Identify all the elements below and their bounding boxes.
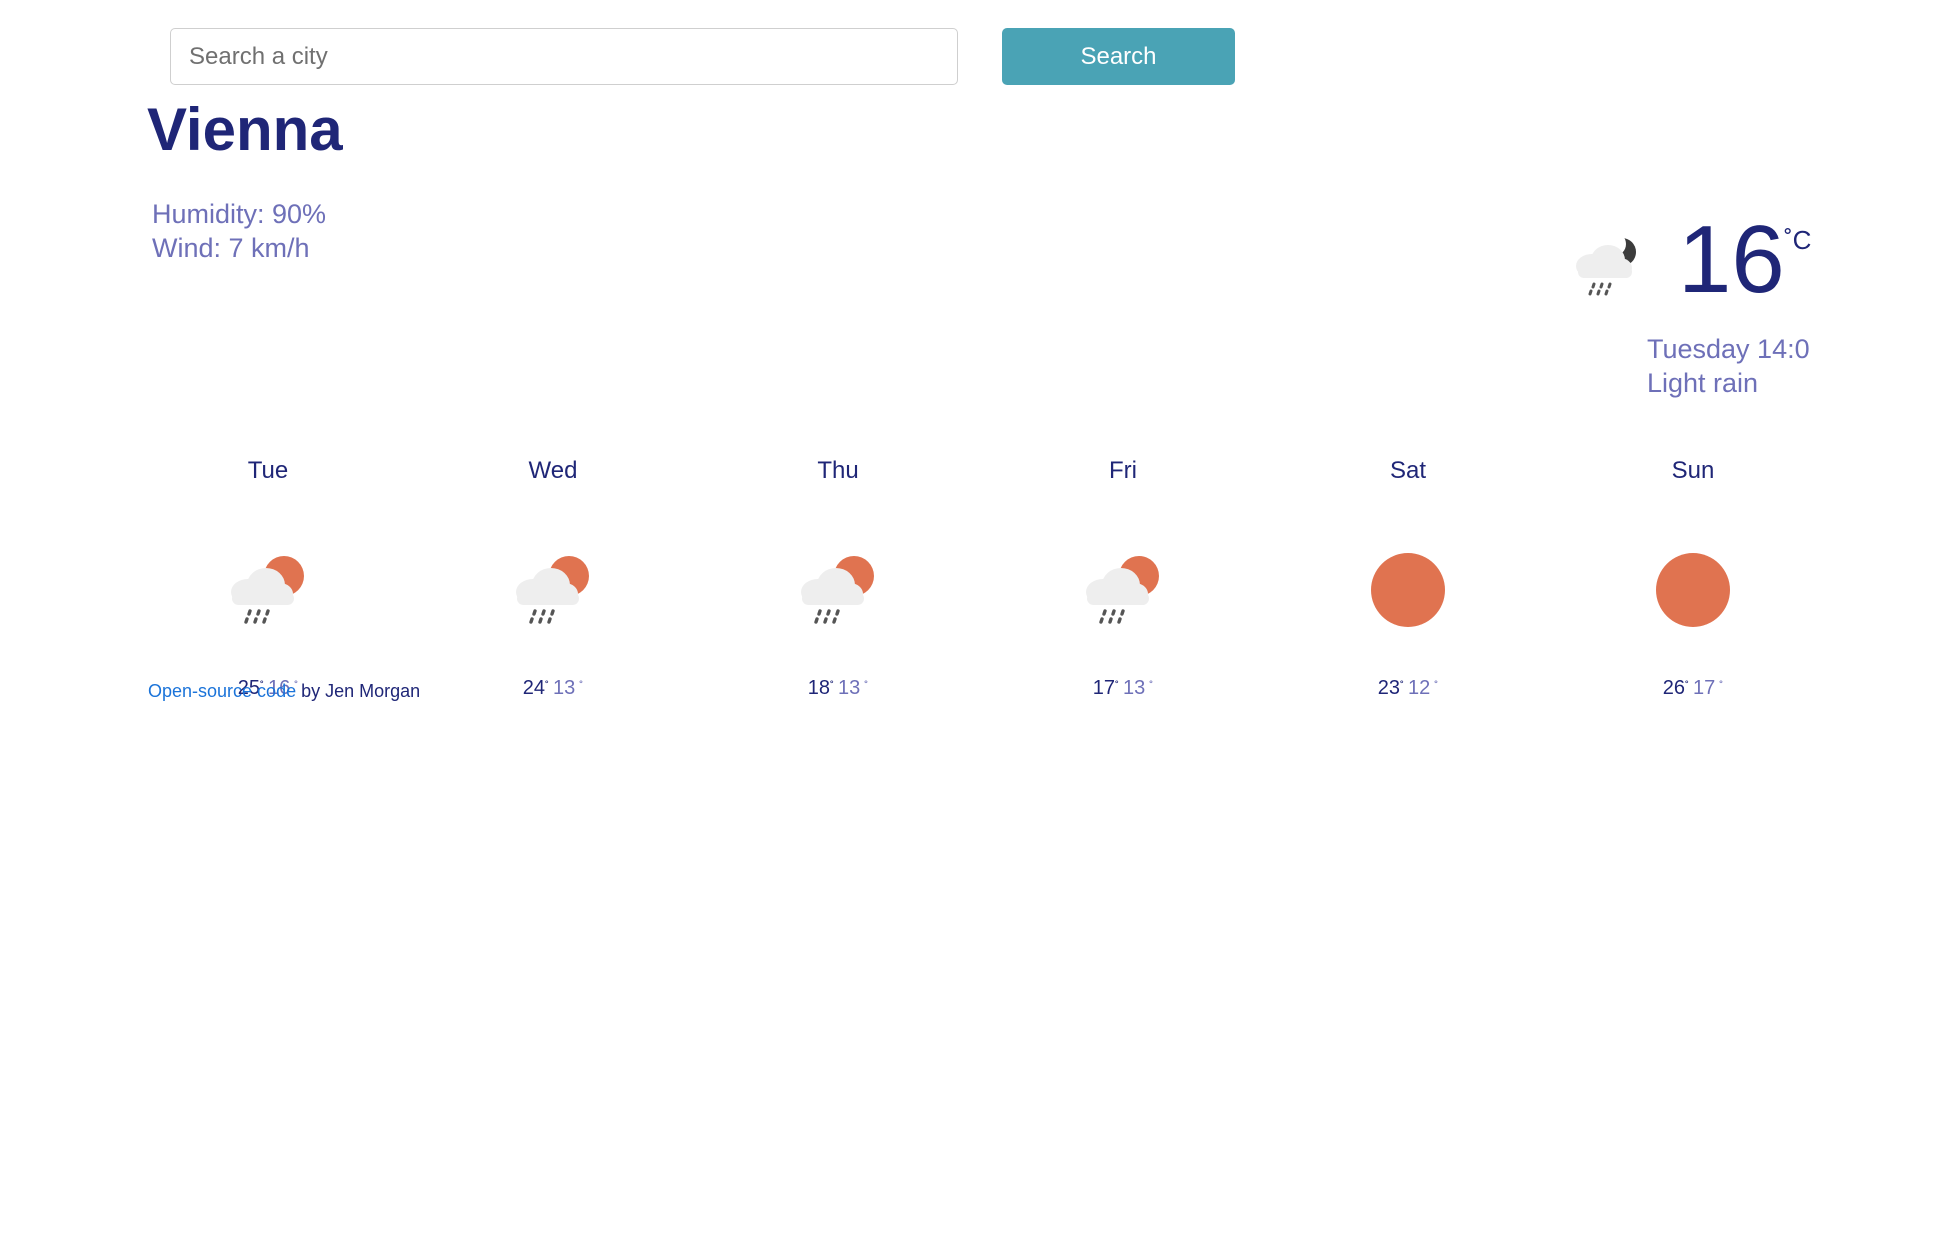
degree-symbol: ˚: [1400, 679, 1404, 693]
min-temp: 17: [1693, 677, 1716, 699]
city-name: Vienna: [147, 96, 343, 163]
humidity-text: Humidity: 90%: [152, 199, 327, 229]
max-temp: 18: [807, 677, 830, 699]
forecast-day: Sat 23˚ 12 ˚: [1318, 456, 1498, 700]
footer: Open-source code by Jen Morgan: [148, 681, 420, 702]
temperature-unit[interactable]: ˚C: [1784, 225, 1811, 256]
forecast-day: Thu 18˚ 13 ˚: [748, 456, 928, 700]
min-temp: 13: [553, 677, 576, 699]
day-temperatures: 26˚ 17 ˚: [1603, 676, 1783, 700]
city-search-input[interactable]: [170, 28, 958, 85]
day-temperatures: 17˚ 13 ˚: [1033, 676, 1213, 700]
current-details: Humidity: 90% Wind: 7 km/h: [152, 197, 326, 265]
max-temp: 24: [522, 677, 545, 699]
rain-sun-icon: [801, 556, 874, 624]
day-name: Wed: [528, 457, 578, 484]
degree-symbol: ˚: [1434, 679, 1439, 693]
day-name: Sat: [1389, 457, 1427, 484]
weather-app: Search Vienna Humidity: 90% Wind: 7 km/h…: [0, 0, 1960, 1242]
min-temp: 13: [838, 677, 861, 699]
day-name: Fri: [1109, 457, 1137, 484]
current-description: Light rain: [1647, 368, 1759, 398]
min-temp: 12: [1408, 677, 1431, 699]
min-temp: 13: [1123, 677, 1146, 699]
max-temp: 26: [1662, 677, 1685, 699]
max-temp: 23: [1377, 677, 1400, 699]
day-name: Tue: [247, 457, 289, 484]
current-datetime: Tuesday 14:0: [1647, 334, 1810, 364]
degree-symbol: ˚: [1115, 679, 1119, 693]
degree-symbol: ˚: [864, 679, 869, 693]
forecast-day: Sun 26˚ 17 ˚: [1603, 456, 1783, 700]
day-temperatures: 18˚ 13 ˚: [748, 676, 928, 700]
rain-sun-icon: [1086, 556, 1159, 624]
wind-text: Wind: 7 km/h: [152, 233, 310, 263]
rain-night-icon: [1576, 232, 1636, 296]
day-temperatures: 23˚ 12 ˚: [1318, 676, 1498, 700]
degree-symbol: ˚: [1685, 679, 1689, 693]
sun-icon: [1371, 553, 1445, 627]
current-meta: Tuesday 14:0 Light rain: [1647, 332, 1810, 400]
degree-symbol: ˚: [579, 679, 584, 693]
day-name: Sun: [1671, 457, 1715, 484]
search-button[interactable]: Search: [1002, 28, 1235, 85]
rain-sun-icon: [516, 556, 589, 624]
max-temp: 17: [1092, 677, 1115, 699]
sun-icon: [1656, 553, 1730, 627]
forecast-day: Fri 17˚ 13 ˚: [1033, 456, 1213, 700]
current-temperature: 16: [1678, 206, 1785, 313]
degree-symbol: ˚: [545, 679, 549, 693]
day-temperatures: 24˚ 13 ˚: [463, 676, 643, 700]
degree-symbol: ˚: [1149, 679, 1154, 693]
forecast-day: Wed 24˚ 13 ˚: [463, 456, 643, 700]
day-name: Thu: [817, 457, 859, 484]
degree-symbol: ˚: [830, 679, 834, 693]
rain-sun-icon: [231, 556, 304, 624]
degree-symbol: ˚: [1719, 679, 1724, 693]
footer-author: by Jen Morgan: [296, 681, 421, 701]
forecast-day: Tue 25˚ 16 ˚: [178, 456, 358, 700]
source-code-link[interactable]: Open-source code: [148, 681, 296, 701]
